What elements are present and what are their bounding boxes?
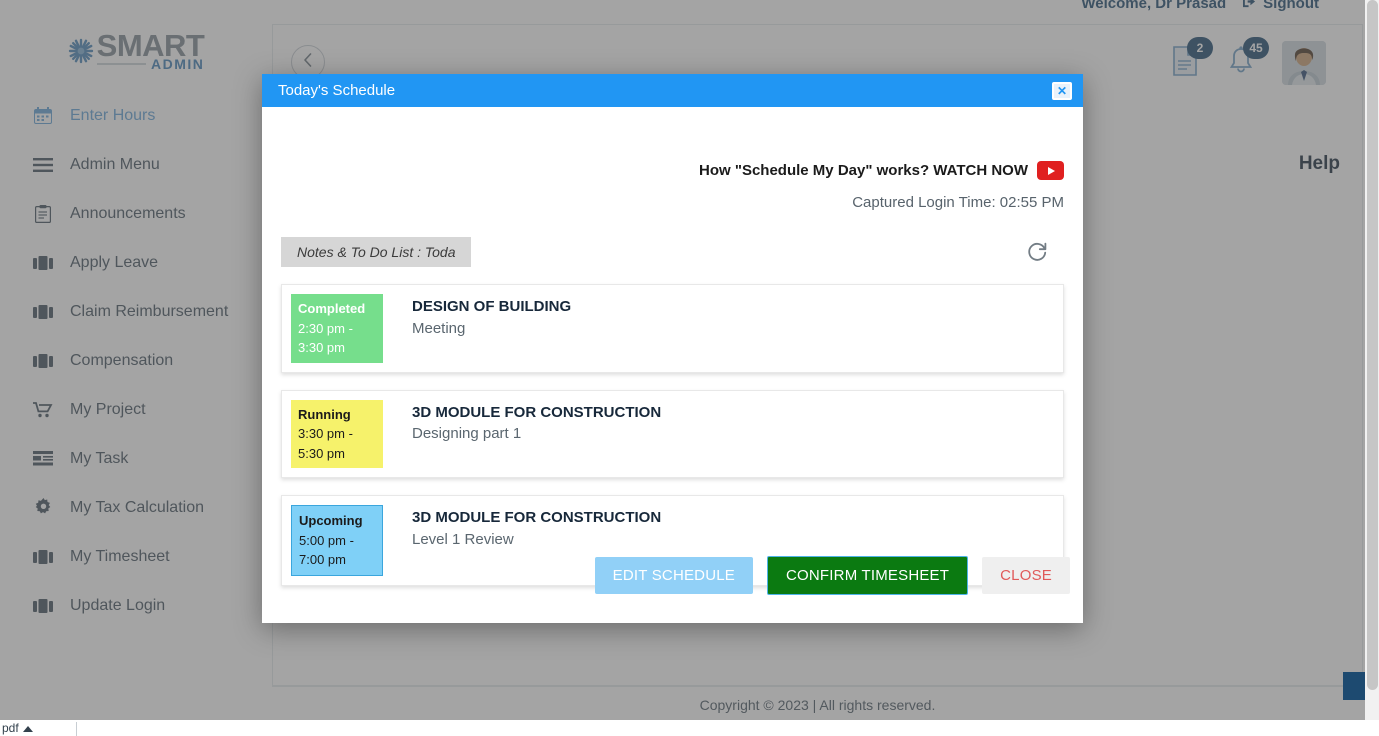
status-label: Upcoming bbox=[299, 511, 375, 531]
close-button[interactable]: CLOSE bbox=[982, 557, 1070, 594]
watch-now-row[interactable]: How "Schedule My Day" works? WATCH NOW bbox=[281, 107, 1064, 180]
confirm-timesheet-button[interactable]: CONFIRM TIMESHEET bbox=[767, 556, 968, 595]
status-time: 2:30 pm - 3:30 pm bbox=[298, 319, 376, 358]
todays-schedule-modal: Today's Schedule ✕ How "Schedule My Day"… bbox=[262, 74, 1083, 623]
schedule-list: Completed 2:30 pm - 3:30 pm DESIGN OF BU… bbox=[281, 284, 1064, 586]
edit-schedule-button[interactable]: EDIT SCHEDULE bbox=[595, 557, 753, 594]
schedule-item-details: 3D MODULE FOR CONSTRUCTION Designing par… bbox=[383, 400, 661, 469]
schedule-project: 3D MODULE FOR CONSTRUCTION bbox=[412, 403, 661, 424]
page-scrollbar[interactable] bbox=[1365, 0, 1379, 736]
modal-body: How "Schedule My Day" works? WATCH NOW C… bbox=[262, 107, 1083, 577]
status-label: Running bbox=[298, 405, 376, 425]
modal-footer: EDIT SCHEDULE CONFIRM TIMESHEET CLOSE bbox=[262, 545, 1083, 623]
divider bbox=[76, 722, 77, 736]
status-badge: Running 3:30 pm - 5:30 pm bbox=[291, 400, 383, 469]
schedule-task: Designing part 1 bbox=[412, 425, 661, 442]
captured-login-time: Captured Login Time: 02:55 PM bbox=[281, 180, 1064, 211]
schedule-item-completed[interactable]: Completed 2:30 pm - 3:30 pm DESIGN OF BU… bbox=[281, 284, 1064, 373]
schedule-item-running[interactable]: Running 3:30 pm - 5:30 pm 3D MODULE FOR … bbox=[281, 390, 1064, 479]
close-x-icon[interactable]: ✕ bbox=[1052, 82, 1072, 100]
schedule-project: 3D MODULE FOR CONSTRUCTION bbox=[412, 508, 661, 529]
status-badge: Completed 2:30 pm - 3:30 pm bbox=[291, 294, 383, 363]
watch-now-label: How "Schedule My Day" works? WATCH NOW bbox=[699, 162, 1028, 179]
status-label: Completed bbox=[298, 299, 376, 319]
notes-row: Notes & To Do List : Toda bbox=[281, 237, 1064, 267]
download-item[interactable]: pdf bbox=[0, 721, 33, 735]
browser-download-bar: pdf bbox=[0, 720, 1379, 736]
app-root: Welcome, Dr Prasad Signout bbox=[0, 0, 1379, 736]
refresh-icon[interactable] bbox=[1024, 239, 1050, 265]
schedule-task: Meeting bbox=[412, 320, 571, 337]
status-time: 3:30 pm - 5:30 pm bbox=[298, 424, 376, 463]
schedule-project: DESIGN OF BUILDING bbox=[412, 297, 571, 318]
caret-up-icon[interactable] bbox=[23, 721, 33, 735]
side-tab[interactable] bbox=[1343, 672, 1365, 700]
modal-header: Today's Schedule ✕ bbox=[262, 74, 1083, 107]
schedule-item-details: DESIGN OF BUILDING Meeting bbox=[383, 294, 571, 363]
scrollbar-thumb[interactable] bbox=[1367, 0, 1378, 690]
modal-title: Today's Schedule bbox=[278, 82, 395, 99]
youtube-play-icon[interactable] bbox=[1037, 161, 1064, 180]
download-label: pdf bbox=[2, 721, 19, 735]
notes-todo-tab[interactable]: Notes & To Do List : Toda bbox=[281, 237, 471, 267]
